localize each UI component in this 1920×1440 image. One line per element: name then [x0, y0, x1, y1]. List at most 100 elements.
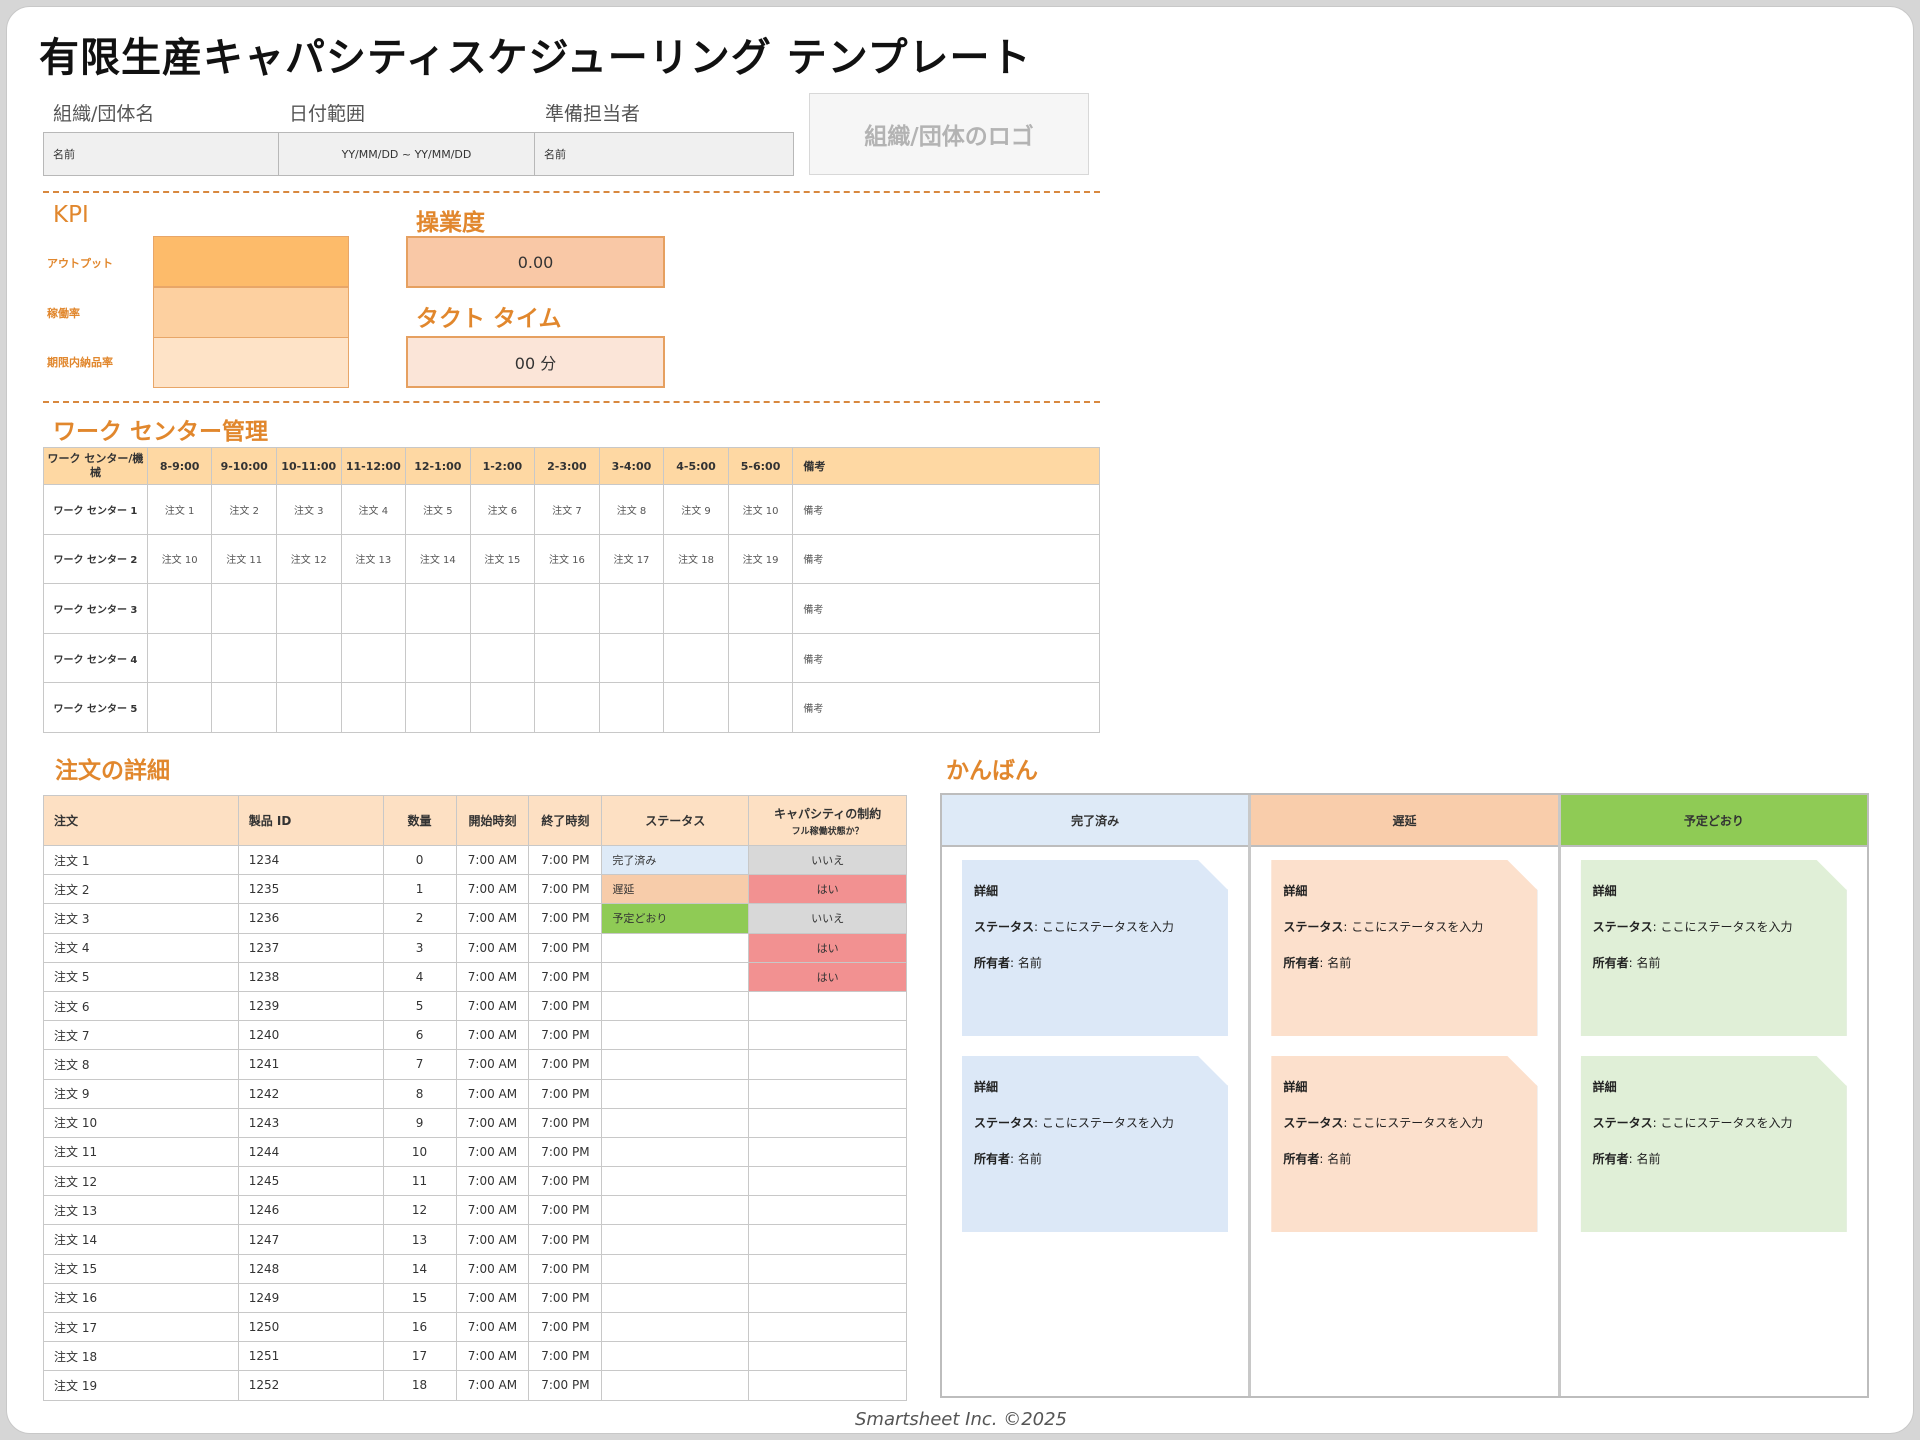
end-time[interactable]: 7:00 PM: [528, 1195, 603, 1226]
schedule-cell[interactable]: [405, 682, 471, 733]
product-id[interactable]: 1245: [237, 1166, 384, 1197]
order-status[interactable]: 完了済み: [601, 844, 750, 876]
schedule-cell[interactable]: [340, 682, 407, 733]
kpi-box-utilization[interactable]: [153, 287, 349, 338]
org-field[interactable]: 名前: [44, 133, 279, 175]
kpi-box-output[interactable]: [153, 236, 349, 287]
order-name[interactable]: 注文 12: [43, 1166, 239, 1197]
quantity[interactable]: 9: [382, 1107, 457, 1138]
capacity-constraint[interactable]: はい: [748, 932, 907, 963]
order-name[interactable]: 注文 19: [43, 1370, 239, 1401]
quantity[interactable]: 2: [382, 903, 457, 934]
quantity[interactable]: 1: [382, 874, 457, 905]
schedule-cell[interactable]: [146, 632, 213, 684]
schedule-cell[interactable]: [340, 632, 407, 684]
capacity-constraint[interactable]: [748, 1136, 907, 1168]
start-time[interactable]: 7:00 AM: [455, 961, 530, 992]
end-time[interactable]: 7:00 PM: [528, 1341, 603, 1372]
schedule-cell[interactable]: [211, 682, 277, 733]
order-status[interactable]: [601, 1049, 750, 1080]
work-center-note[interactable]: 備考: [792, 682, 1100, 733]
start-time[interactable]: 7:00 AM: [455, 1049, 530, 1080]
schedule-cell[interactable]: [275, 583, 342, 634]
quantity[interactable]: 16: [382, 1311, 457, 1343]
start-time[interactable]: 7:00 AM: [455, 874, 530, 905]
order-name[interactable]: 注文 5: [43, 961, 239, 992]
schedule-cell[interactable]: [663, 682, 729, 733]
quantity[interactable]: 5: [382, 990, 457, 1022]
quantity[interactable]: 13: [382, 1224, 457, 1255]
end-time[interactable]: 7:00 PM: [528, 1311, 603, 1343]
end-time[interactable]: 7:00 PM: [528, 932, 603, 963]
end-time[interactable]: 7:00 PM: [528, 1370, 603, 1401]
order-status[interactable]: [601, 1224, 750, 1255]
schedule-cell[interactable]: 注文 17: [598, 533, 665, 585]
product-id[interactable]: 1242: [237, 1078, 384, 1109]
start-time[interactable]: 7:00 AM: [455, 1341, 530, 1372]
order-status[interactable]: [601, 1253, 750, 1284]
takt-value[interactable]: 00 分: [406, 336, 665, 388]
end-time[interactable]: 7:00 PM: [528, 1020, 603, 1051]
schedule-cell[interactable]: 注文 8: [598, 484, 665, 535]
kanban-column-header[interactable]: 完了済み: [942, 795, 1249, 847]
schedule-cell[interactable]: [405, 632, 471, 684]
work-center-note[interactable]: 備考: [792, 583, 1100, 634]
order-status[interactable]: [601, 1311, 750, 1343]
product-id[interactable]: 1234: [237, 844, 384, 876]
capacity-constraint[interactable]: [748, 1078, 907, 1109]
schedule-cell[interactable]: [275, 682, 342, 733]
order-name[interactable]: 注文 6: [43, 990, 239, 1022]
start-time[interactable]: 7:00 AM: [455, 1136, 530, 1168]
order-name[interactable]: 注文 15: [43, 1253, 239, 1284]
order-name[interactable]: 注文 7: [43, 1020, 239, 1051]
kanban-card[interactable]: 詳細 ステータス: ここにステータスを入力 所有者: 名前: [1581, 1056, 1847, 1232]
product-id[interactable]: 1243: [237, 1107, 384, 1138]
product-id[interactable]: 1240: [237, 1020, 384, 1051]
start-time[interactable]: 7:00 AM: [455, 1166, 530, 1197]
quantity[interactable]: 10: [382, 1136, 457, 1168]
capacity-constraint[interactable]: [748, 1370, 907, 1401]
order-name[interactable]: 注文 13: [43, 1195, 239, 1226]
capacity-constraint[interactable]: [748, 1020, 907, 1051]
capacity-constraint[interactable]: [748, 1166, 907, 1197]
capacity-constraint[interactable]: はい: [748, 874, 907, 905]
order-status[interactable]: [601, 1341, 750, 1372]
capacity-constraint[interactable]: [748, 1253, 907, 1284]
order-name[interactable]: 注文 1: [43, 844, 239, 876]
schedule-cell[interactable]: [340, 583, 407, 634]
order-status[interactable]: [601, 932, 750, 963]
schedule-cell[interactable]: [663, 583, 729, 634]
order-name[interactable]: 注文 10: [43, 1107, 239, 1138]
quantity[interactable]: 11: [382, 1166, 457, 1197]
schedule-cell[interactable]: [534, 632, 600, 684]
capacity-constraint[interactable]: [748, 1311, 907, 1343]
schedule-cell[interactable]: 注文 12: [275, 533, 342, 585]
schedule-cell[interactable]: [598, 632, 665, 684]
schedule-cell[interactable]: 注文 7: [534, 484, 600, 535]
start-time[interactable]: 7:00 AM: [455, 844, 530, 876]
work-center-note[interactable]: 備考: [792, 533, 1100, 585]
schedule-cell[interactable]: [534, 583, 600, 634]
product-id[interactable]: 1239: [237, 990, 384, 1022]
end-time[interactable]: 7:00 PM: [528, 1253, 603, 1284]
end-time[interactable]: 7:00 PM: [528, 1136, 603, 1168]
product-id[interactable]: 1246: [237, 1195, 384, 1226]
start-time[interactable]: 7:00 AM: [455, 1224, 530, 1255]
kpi-box-ontime[interactable]: [153, 337, 349, 388]
schedule-cell[interactable]: 注文 18: [663, 533, 729, 585]
schedule-cell[interactable]: 注文 3: [275, 484, 342, 535]
kanban-card[interactable]: 詳細 ステータス: ここにステータスを入力 所有者: 名前: [1271, 860, 1537, 1036]
end-time[interactable]: 7:00 PM: [528, 844, 603, 876]
order-name[interactable]: 注文 8: [43, 1049, 239, 1080]
order-name[interactable]: 注文 16: [43, 1282, 239, 1314]
schedule-cell[interactable]: [727, 583, 794, 634]
order-name[interactable]: 注文 14: [43, 1224, 239, 1255]
capacity-constraint[interactable]: [748, 1282, 907, 1314]
order-name[interactable]: 注文 18: [43, 1341, 239, 1372]
schedule-cell[interactable]: 注文 15: [469, 533, 536, 585]
end-time[interactable]: 7:00 PM: [528, 961, 603, 992]
quantity[interactable]: 6: [382, 1020, 457, 1051]
kanban-card[interactable]: 詳細 ステータス: ここにステータスを入力 所有者: 名前: [1271, 1056, 1537, 1232]
kanban-card[interactable]: 詳細 ステータス: ここにステータスを入力 所有者: 名前: [962, 860, 1228, 1036]
order-name[interactable]: 注文 17: [43, 1311, 239, 1343]
